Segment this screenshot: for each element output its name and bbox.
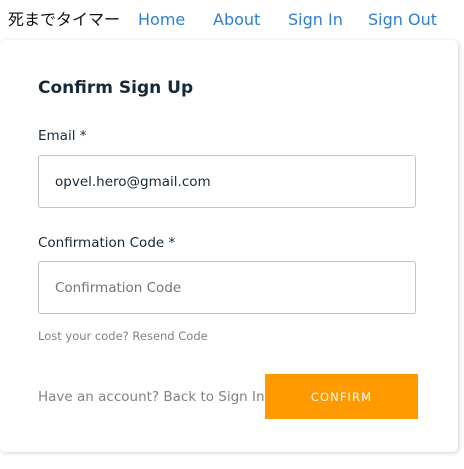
nav-home-link[interactable]: Home [138,10,185,30]
confirm-sign-up-card: Confirm Sign Up Email * Confirmation Cod… [0,40,458,452]
nav-about-link[interactable]: About [213,10,260,30]
confirmation-code-input[interactable] [38,261,416,314]
nav-sign-in-link[interactable]: Sign In [288,10,343,30]
resend-code-link[interactable]: Resend Code [132,329,207,343]
resend-hint-text: Lost your code? [38,329,133,343]
resend-hint: Lost your code? Resend Code [38,329,208,343]
form-title: Confirm Sign Up [38,78,194,98]
email-field[interactable] [38,155,416,208]
app-brand: 死までタイマー [8,10,121,29]
back-to-sign-in-link[interactable]: Back to Sign In [163,389,264,405]
have-account-text: Have an account? [38,389,164,405]
top-navigation: 死までタイマー Home About Sign In Sign Out [0,0,464,40]
confirm-button[interactable]: CONFIRM [265,374,418,419]
email-label: Email * [38,128,87,144]
nav-sign-out-link[interactable]: Sign Out [368,10,437,30]
back-to-sign-in-row: Have an account? Back to Sign In [38,389,265,405]
confirmation-code-label: Confirmation Code * [38,235,176,251]
